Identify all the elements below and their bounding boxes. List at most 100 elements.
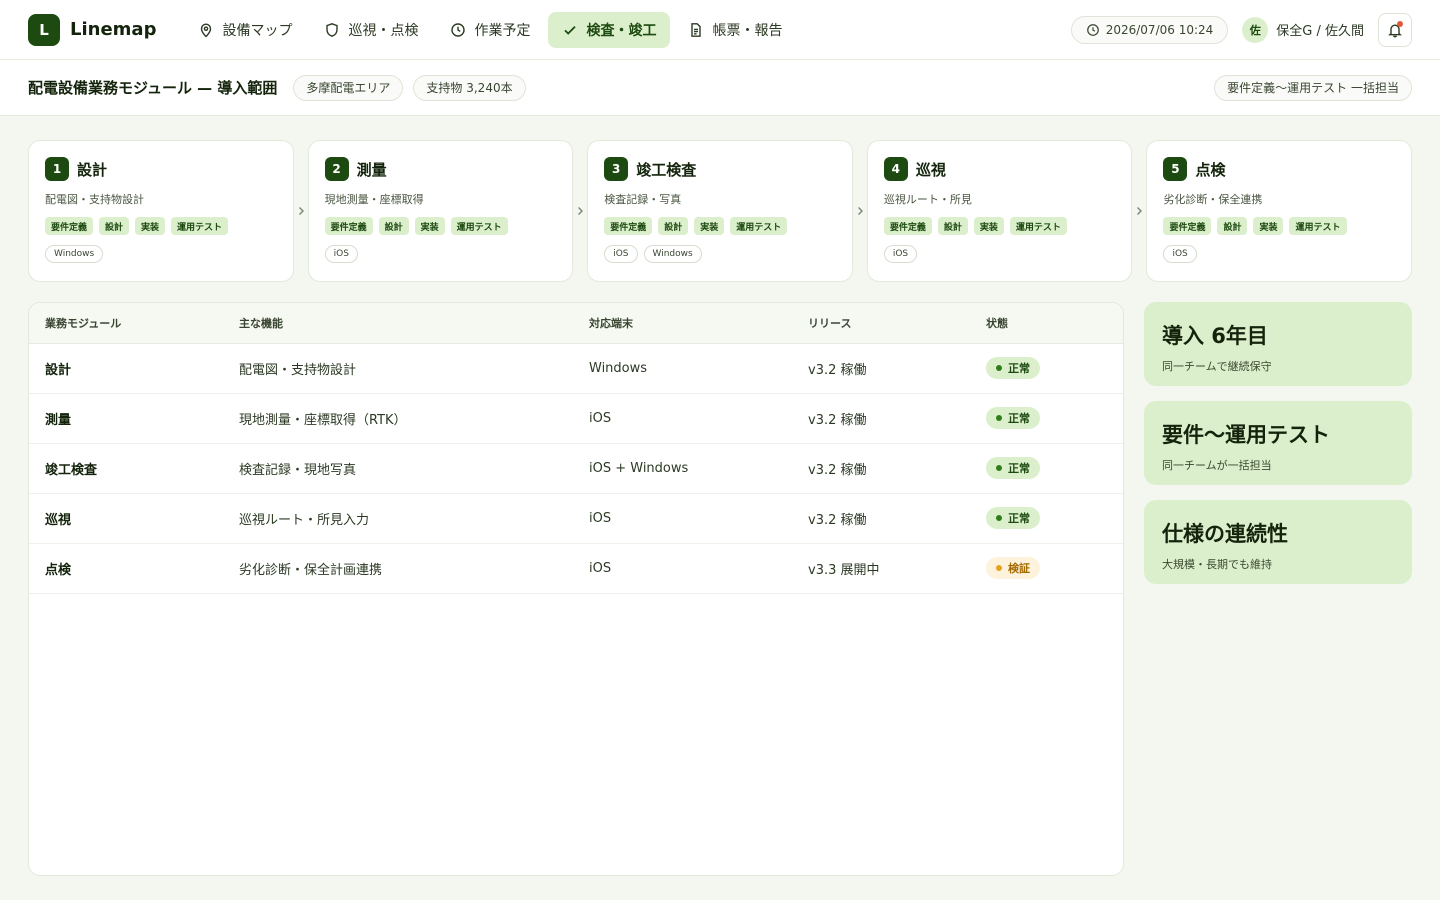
status-dot xyxy=(996,565,1002,571)
stage-card-design[interactable]: 1 設計 配電図・支持物設計 要件定義 設計 実装 運用テスト Windows xyxy=(28,140,294,282)
nav-item-forms-reports[interactable]: 帳票・報告 xyxy=(674,12,796,48)
status-badge: 正常 xyxy=(986,357,1040,379)
column-header-release[interactable]: リリース xyxy=(792,303,970,344)
app-logo[interactable]: L Linemap xyxy=(28,13,156,46)
cell-release: v3.2 稼働 xyxy=(792,493,970,544)
phase-tag: 運用テスト xyxy=(450,217,508,235)
cell-device: iOS xyxy=(573,393,792,444)
stage-name: 設計 xyxy=(77,160,108,179)
cell-status: 検証 xyxy=(970,543,1123,594)
platform-tag: iOS xyxy=(883,245,918,263)
cell-module: 巡視 xyxy=(29,493,223,544)
table-row[interactable]: 設計 配電図・支持物設計 Windows v3.2 稼働 正常 xyxy=(29,343,1123,394)
chevron-right-icon xyxy=(573,206,587,216)
status-dot xyxy=(996,515,1002,521)
platform-tag: Windows xyxy=(643,245,702,263)
phase-tag: 設計 xyxy=(378,217,409,235)
phase-tag: 設計 xyxy=(1217,217,1248,235)
table-row[interactable]: 巡視 巡視ルート・所見入力 iOS v3.2 稼働 正常 xyxy=(29,493,1123,544)
phase-tag: 実装 xyxy=(1253,217,1284,235)
platform-tags: iOS Windows xyxy=(604,245,836,263)
stage-card-inspection[interactable]: 5 点検 劣化診断・保全連携 要件定義 設計 実装 運用テスト iOS xyxy=(1146,140,1413,282)
table-row[interactable]: 点検 劣化診断・保全計画連携 iOS v3.3 展開中 検証 xyxy=(29,543,1123,594)
table-row[interactable]: 測量 現地測量・座標取得（RTK） iOS v3.2 稼働 正常 xyxy=(29,393,1123,444)
status-badge: 正常 xyxy=(986,507,1040,529)
area-chip[interactable]: 多摩配電エリア xyxy=(293,74,404,101)
phase-tag: 設計 xyxy=(937,217,968,235)
phase-tag: 要件定義 xyxy=(324,217,373,235)
stage-number: 5 xyxy=(1163,157,1188,181)
chevron-right-icon xyxy=(853,206,867,216)
summary-subtitle: 同一チームで継続保守 xyxy=(1162,360,1272,373)
map-pin-icon xyxy=(201,23,212,37)
column-header-feature[interactable]: 主な機能 xyxy=(223,303,573,344)
poles-chip[interactable]: 支持物 3,240本 xyxy=(413,74,526,101)
page-title: 配電設備業務モジュール — 導入範囲 xyxy=(28,79,278,97)
main-nav: 設備マップ 巡視・点検 作業予定 検査・竣工 帳票・報告 xyxy=(184,11,796,48)
nav-label: 帳票・報告 xyxy=(712,22,783,39)
clock-icon xyxy=(1086,23,1099,36)
notification-dot xyxy=(1397,20,1403,27)
platform-tags: iOS xyxy=(324,245,557,263)
column-header-device[interactable]: 対応端末 xyxy=(573,303,792,344)
summary-subtitle: 同一チームが一括担当 xyxy=(1162,459,1272,472)
module-table: 業務モジュール 主な機能 対応端末 リリース 状態 設計 配電図・支持物設計 W… xyxy=(29,303,1123,594)
cell-release: v3.2 稼働 xyxy=(792,393,970,444)
stage-card-patrol[interactable]: 4 巡視 巡視ルート・所見 要件定義 設計 実装 運用テスト iOS xyxy=(866,140,1133,282)
cell-feature: 配電図・支持物設計 xyxy=(223,343,573,394)
nav-item-inspection-completion[interactable]: 検査・竣工 xyxy=(548,11,671,48)
table-header-row: 業務モジュール 主な機能 対応端末 リリース 状態 xyxy=(29,303,1123,344)
nav-label: 巡視・点検 xyxy=(348,22,419,39)
cell-device: iOS + Windows xyxy=(573,443,792,494)
cell-release: v3.2 稼働 xyxy=(792,443,970,494)
stage-name: 点検 xyxy=(1195,160,1226,179)
phase-tags: 要件定義 設計 実装 運用テスト xyxy=(324,217,557,235)
column-header-module[interactable]: 業務モジュール xyxy=(29,303,223,344)
stage-card-completion-inspection[interactable]: 3 竣工検査 検査記録・写真 要件定義 設計 実装 運用テスト iOS Wind… xyxy=(587,140,853,282)
column-header-status[interactable]: 状態 xyxy=(970,303,1123,344)
stage-desc: 検査記録・写真 xyxy=(604,193,682,206)
status-dot xyxy=(996,465,1002,471)
status-label: 正常 xyxy=(1008,412,1030,425)
nav-item-patrol-inspection[interactable]: 巡視・点検 xyxy=(310,12,432,48)
phase-tags: 要件定義 設計 実装 運用テスト xyxy=(883,217,1116,235)
stage-head: 1 設計 xyxy=(45,157,277,181)
phase-tags: 要件定義 設計 実装 運用テスト xyxy=(604,217,836,235)
phase-tags: 要件定義 設計 実装 運用テスト xyxy=(45,217,277,235)
nav-label: 作業予定 xyxy=(474,22,531,39)
phase-tags: 要件定義 設計 実装 運用テスト xyxy=(1163,217,1395,235)
stage-card-survey[interactable]: 2 測量 現地測量・座標取得 要件定義 設計 実装 運用テスト iOS xyxy=(307,140,574,282)
table-row[interactable]: 竣工検査 検査記録・現地写真 iOS + Windows v3.2 稼働 正常 xyxy=(29,443,1123,494)
nav-item-work-schedule[interactable]: 作業予定 xyxy=(436,12,544,48)
nav-item-equipment-map[interactable]: 設備マップ xyxy=(184,12,306,48)
phase-tag: 実装 xyxy=(694,217,725,235)
stage-name: 竣工検査 xyxy=(636,160,697,179)
platform-tag: Windows xyxy=(45,245,104,263)
stage-head: 4 巡視 xyxy=(883,157,1116,181)
phase-tag: 運用テスト xyxy=(730,217,788,235)
notifications-button[interactable] xyxy=(1378,12,1412,47)
scope-chip: 要件定義〜運用テスト 一括担当 xyxy=(1214,74,1412,101)
datetime-text: 2026/07/06 10:24 xyxy=(1105,22,1214,37)
cell-status: 正常 xyxy=(970,493,1123,544)
platform-tag: iOS xyxy=(324,245,358,263)
logo-mark: L xyxy=(28,13,60,46)
phase-tag: 要件定義 xyxy=(883,217,932,235)
user-menu[interactable]: 佐 保全G / 佐久間 xyxy=(1242,16,1364,43)
platform-tag: iOS xyxy=(1163,245,1197,263)
cell-status: 正常 xyxy=(970,343,1123,394)
datetime-badge: 2026/07/06 10:24 xyxy=(1070,15,1229,44)
cell-module: 設計 xyxy=(29,343,223,394)
summary-panel: 導入 6年目 同一チームで継続保守 要件〜運用テスト 同一チームが一括担当 仕様… xyxy=(1144,302,1412,584)
cell-module: 測量 xyxy=(29,393,223,444)
summary-card-continuity: 仕様の連続性 大規模・長期でも維持 xyxy=(1144,500,1412,584)
status-badge: 検証 xyxy=(986,557,1040,579)
cell-feature: 巡視ルート・所見入力 xyxy=(223,493,573,544)
stage-number: 2 xyxy=(324,157,349,181)
stage-number: 3 xyxy=(604,157,629,181)
phase-tag: 要件定義 xyxy=(604,217,653,235)
phase-tag: 運用テスト xyxy=(1289,217,1347,235)
phase-tag: 実装 xyxy=(135,217,166,235)
summary-card-years: 導入 6年目 同一チームで継続保守 xyxy=(1144,302,1412,386)
status-label: 正常 xyxy=(1008,362,1030,375)
